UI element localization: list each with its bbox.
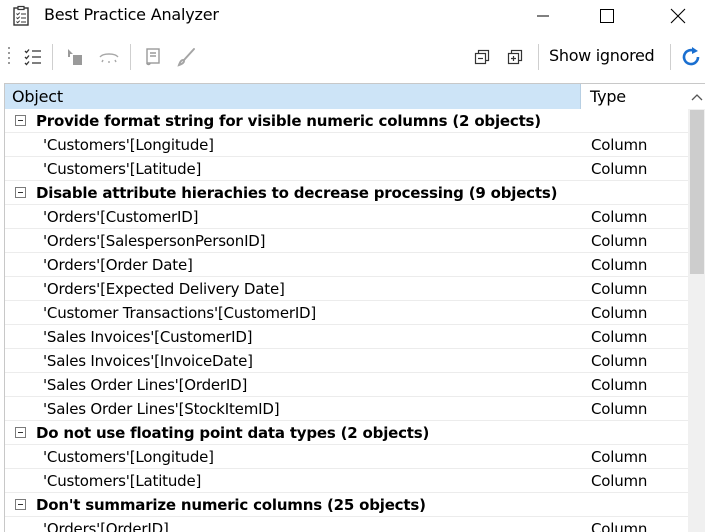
checklist-icon — [24, 49, 41, 66]
rule-group-row[interactable]: Do not use floating point data types (2 … — [5, 421, 688, 445]
object-name: 'Orders'[Expected Delivery Date] — [43, 280, 285, 298]
script-fix-button[interactable] — [140, 44, 166, 70]
object-type: Column — [591, 352, 648, 370]
toolbar-separator — [52, 44, 53, 70]
apply-fix-icon — [177, 48, 195, 67]
table-row[interactable]: 'Orders'[Order Date] Column — [5, 253, 688, 277]
toolbar-separator — [670, 44, 671, 70]
go-to-object-icon — [68, 49, 82, 65]
object-name: 'Customers'[Latitude] — [43, 160, 202, 178]
apply-fix-button[interactable] — [174, 44, 200, 70]
object-name: 'Orders'[CustomerID] — [43, 208, 199, 226]
collapse-all-button[interactable] — [469, 44, 495, 70]
table-row[interactable]: 'Customer Transactions'[CustomerID] Colum… — [5, 301, 688, 325]
object-type: Column — [591, 232, 648, 250]
object-name: 'Sales Invoices'[InvoiceDate] — [43, 352, 253, 370]
object-type: Column — [591, 160, 648, 178]
go-to-object-button[interactable] — [62, 44, 88, 70]
table-row[interactable]: 'Orders'[OrderID] Column — [5, 517, 688, 532]
scrollbar-thumb[interactable] — [690, 110, 704, 274]
object-name: 'Orders'[Order Date] — [43, 256, 193, 274]
collapse-toggle-icon[interactable] — [15, 115, 26, 126]
object-name: 'Customers'[Longitude] — [43, 448, 214, 466]
table-row[interactable]: 'Sales Invoices'[InvoiceDate] Column — [5, 349, 688, 373]
minimize-icon — [537, 15, 549, 17]
rule-name: Don't summarize numeric columns (25 obje… — [36, 496, 426, 514]
results-grid: Object Type Provide format string for vi… — [4, 83, 705, 532]
object-name: 'Sales Invoices'[CustomerID] — [43, 328, 253, 346]
table-row[interactable]: 'Orders'[CustomerID] Column — [5, 205, 688, 229]
show-ignored-toggle[interactable]: Show ignored — [549, 46, 655, 65]
collapse-toggle-icon[interactable] — [15, 499, 26, 510]
object-type: Column — [591, 376, 648, 394]
collapse-toggle-icon[interactable] — [15, 187, 26, 198]
chevron-up-icon — [691, 93, 703, 100]
table-row[interactable]: 'Sales Invoices'[CustomerID] Column — [5, 325, 688, 349]
object-type: Column — [591, 448, 648, 466]
object-name: 'Customers'[Latitude] — [43, 472, 202, 490]
title-bar: Best Practice Analyzer — [0, 0, 705, 32]
rule-name: Provide format string for visible numeri… — [36, 112, 541, 130]
vertical-scrollbar[interactable] — [688, 84, 705, 532]
object-type: Column — [591, 328, 648, 346]
object-type: Column — [591, 520, 648, 532]
object-type: Column — [591, 136, 648, 154]
rule-group-row[interactable]: Don't summarize numeric columns (25 obje… — [5, 493, 688, 517]
toolbar-separator — [130, 44, 131, 70]
close-icon — [670, 8, 686, 24]
minimize-button[interactable] — [520, 0, 566, 32]
script-fix-icon — [146, 48, 160, 66]
rule-group-row[interactable]: Disable attribute hierachies to decrease… — [5, 181, 688, 205]
maximize-button[interactable] — [584, 0, 630, 32]
maximize-icon — [600, 9, 614, 23]
grid-rows: Provide format string for visible numeri… — [5, 109, 688, 532]
object-name: 'Sales Order Lines'[StockItemID] — [43, 400, 280, 418]
table-row[interactable]: 'Customers'[Longitude] Column — [5, 133, 688, 157]
toolbar: Show ignored — [0, 36, 705, 78]
table-row[interactable]: 'Customers'[Longitude] Column — [5, 445, 688, 469]
object-name: 'Orders'[OrderID] — [43, 520, 169, 532]
object-name: 'Customers'[Longitude] — [43, 136, 214, 154]
object-name: 'Orders'[SalespersonPersonID] — [43, 232, 266, 250]
refresh-icon — [682, 47, 700, 66]
collapse-all-icon — [474, 49, 490, 65]
object-type: Column — [591, 472, 648, 490]
toolbar-separator — [538, 44, 539, 70]
table-row[interactable]: 'Customers'[Latitude] Column — [5, 469, 688, 493]
ignore-icon — [99, 53, 119, 63]
object-name: 'Customer Transactions'[CustomerID] — [43, 304, 317, 322]
checklist-button[interactable] — [20, 44, 46, 70]
rule-group-row[interactable]: Provide format string for visible numeri… — [5, 109, 688, 133]
object-type: Column — [591, 304, 648, 322]
checklist-clipboard-icon — [10, 5, 32, 27]
object-type: Column — [591, 400, 648, 418]
table-row[interactable]: 'Orders'[SalespersonPersonID] Column — [5, 229, 688, 253]
object-type: Column — [591, 256, 648, 274]
ignore-button[interactable] — [96, 44, 122, 70]
window-title: Best Practice Analyzer — [44, 5, 219, 24]
expand-all-icon — [507, 49, 523, 65]
table-row[interactable]: 'Sales Order Lines'[OrderID] Column — [5, 373, 688, 397]
rule-name: Disable attribute hierachies to decrease… — [36, 184, 558, 202]
collapse-toggle-icon[interactable] — [15, 427, 26, 438]
rule-name: Do not use floating point data types (2 … — [36, 424, 430, 442]
object-name: 'Sales Order Lines'[OrderID] — [43, 376, 248, 394]
object-type: Column — [591, 280, 648, 298]
table-row[interactable]: 'Orders'[Expected Delivery Date] Column — [5, 277, 688, 301]
scroll-up-button[interactable] — [688, 84, 705, 109]
object-type: Column — [591, 208, 648, 226]
table-row[interactable]: 'Sales Order Lines'[StockItemID] Column — [5, 397, 688, 421]
column-header-type[interactable]: Type — [582, 84, 688, 109]
close-button[interactable] — [655, 0, 701, 32]
toolbar-grip[interactable] — [7, 44, 11, 70]
column-header-object[interactable]: Object — [5, 84, 581, 109]
table-row[interactable]: 'Customers'[Latitude] Column — [5, 157, 688, 181]
refresh-button[interactable] — [678, 44, 704, 70]
expand-all-button[interactable] — [502, 44, 528, 70]
